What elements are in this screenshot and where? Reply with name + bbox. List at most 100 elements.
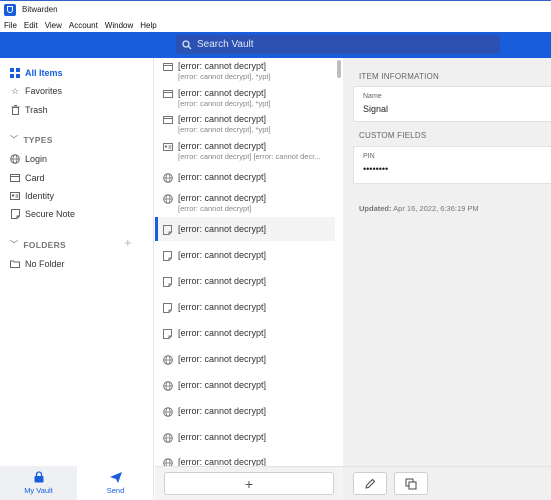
pin-field[interactable]: PIN •••••••• xyxy=(353,146,551,184)
clone-icon xyxy=(405,478,417,489)
sidebar-item-label: Card xyxy=(25,173,45,183)
custom-fields-header: CUSTOM FIELDS xyxy=(359,131,427,140)
sidebar-item-login[interactable]: Login xyxy=(10,154,47,164)
sidebar-item-identity[interactable]: Identity xyxy=(10,191,54,201)
identity-icon xyxy=(10,191,20,201)
nav-send[interactable]: Send xyxy=(77,466,154,500)
card-icon xyxy=(162,62,173,72)
search-placeholder: Search Vault xyxy=(197,39,254,50)
list-item[interactable]: [error: cannot decrypt] [error: cannot de… xyxy=(155,192,335,214)
name-field[interactable]: Name Signal xyxy=(353,86,551,122)
menu-account[interactable]: Account xyxy=(69,21,98,30)
clone-button[interactable] xyxy=(394,472,428,495)
add-folder-icon[interactable]: + xyxy=(124,235,132,250)
item-subtitle: [error: cannot decrypt] [error: cannot d… xyxy=(178,152,321,161)
item-title: [error: cannot decrypt] xyxy=(178,141,267,151)
globe-icon xyxy=(162,458,173,466)
sidebar-item-favorites[interactable]: ☆ Favorites xyxy=(10,85,63,97)
item-title: [error: cannot decrypt] xyxy=(178,406,267,416)
list-item[interactable]: [error: cannot decrypt] xyxy=(155,456,335,466)
item-title: [error: cannot decrypt] xyxy=(178,328,267,338)
sidebar-item-label: All Items xyxy=(25,68,63,78)
globe-icon xyxy=(162,355,173,365)
item-title: [error: cannot decrypt] xyxy=(178,114,267,124)
sidebar-item-label: Secure Note xyxy=(25,209,76,219)
item-title: [error: cannot decrypt] xyxy=(178,302,267,312)
card-icon xyxy=(162,115,173,125)
vault-item-list: [error: cannot decrypt] [error: cannot de… xyxy=(155,58,343,466)
star-icon: ☆ xyxy=(10,85,20,96)
sidebar-item-trash[interactable]: Trash xyxy=(10,105,48,115)
list-item[interactable]: [error: cannot decrypt] [error: cannot de… xyxy=(155,60,335,82)
list-item[interactable]: [error: cannot decrypt] xyxy=(155,431,335,443)
note-icon xyxy=(10,209,20,219)
item-information-header: ITEM INFORMATION xyxy=(359,72,439,81)
list-scrollbar[interactable] xyxy=(337,60,341,78)
item-title: [error: cannot decrypt] xyxy=(178,193,267,203)
item-title: [error: cannot decrypt] xyxy=(178,432,267,442)
list-item[interactable]: [error: cannot decrypt] [error: cannot de… xyxy=(155,113,335,135)
list-item[interactable]: [error: cannot decrypt] xyxy=(155,301,335,313)
list-item-selected[interactable]: [error: cannot decrypt] xyxy=(155,217,335,241)
nav-label: Send xyxy=(106,485,125,495)
search-input[interactable]: Search Vault xyxy=(176,35,500,54)
list-item[interactable]: [error: cannot decrypt] xyxy=(155,171,335,183)
note-icon xyxy=(162,329,173,339)
globe-icon xyxy=(10,154,20,164)
list-item[interactable]: [error: cannot decrypt] [error: cannot de… xyxy=(155,87,335,109)
list-item[interactable]: [error: cannot decrypt] xyxy=(155,275,335,287)
item-title: [error: cannot decrypt] xyxy=(178,380,267,390)
edit-button[interactable] xyxy=(353,472,387,495)
globe-icon xyxy=(162,173,173,183)
item-detail-panel: ITEM INFORMATION Name Signal CUSTOM FIEL… xyxy=(343,58,551,466)
sidebar-item-label: No Folder xyxy=(25,259,65,269)
updated-info: Updated: Apr 16, 2022, 6:36:19 PM xyxy=(359,204,479,213)
sidebar-item-label: Login xyxy=(25,154,48,164)
folder-icon xyxy=(10,259,20,269)
globe-icon xyxy=(162,407,173,417)
list-item[interactable]: [error: cannot decrypt] xyxy=(155,327,335,339)
window-title: Bitwarden xyxy=(22,5,58,14)
menu-edit[interactable]: Edit xyxy=(24,21,38,30)
menu-help[interactable]: Help xyxy=(140,21,156,30)
list-item[interactable]: [error: cannot decrypt] xyxy=(155,405,335,417)
bottom-nav: My Vault Send xyxy=(0,466,154,500)
sidebar-item-card[interactable]: Card xyxy=(10,173,45,183)
item-title: [error: cannot decrypt] xyxy=(178,61,267,71)
item-title: [error: cannot decrypt] xyxy=(178,457,267,466)
menu-window[interactable]: Window xyxy=(105,21,133,30)
list-item[interactable]: [error: cannot decrypt] xyxy=(155,353,335,365)
list-item[interactable]: [error: cannot decrypt] xyxy=(155,249,335,261)
item-subtitle: [error: cannot decrypt], *ypt] xyxy=(178,99,271,108)
updated-value: Apr 16, 2022, 6:36:19 PM xyxy=(393,204,479,213)
identity-icon xyxy=(162,142,173,152)
sidebar-item-no-folder[interactable]: No Folder xyxy=(10,259,65,269)
list-item[interactable]: [error: cannot decrypt] xyxy=(155,379,335,391)
item-title: [error: cannot decrypt] xyxy=(178,354,267,364)
nav-my-vault[interactable]: My Vault xyxy=(0,466,77,500)
item-subtitle: [error: cannot decrypt] xyxy=(178,204,252,213)
add-item-button[interactable]: + xyxy=(164,472,334,495)
sidebar-item-label: Identity xyxy=(25,191,55,201)
globe-icon xyxy=(162,381,173,391)
detail-footer xyxy=(343,466,551,500)
list-footer: + xyxy=(155,466,343,500)
folders-section-header[interactable]: ﹀ FOLDERS xyxy=(10,239,66,250)
globe-icon xyxy=(162,194,173,204)
menu-file[interactable]: File xyxy=(4,21,17,30)
globe-icon xyxy=(162,433,173,443)
sidebar: All Items ☆ Favorites Trash ﹀ TYPES Logi… xyxy=(0,58,154,500)
name-label: Name xyxy=(363,93,382,100)
card-icon xyxy=(162,89,173,99)
sidebar-item-secure-note[interactable]: Secure Note xyxy=(10,209,75,219)
list-item[interactable]: [error: cannot decrypt] [error: cannot de… xyxy=(155,140,335,162)
menu-view[interactable]: View xyxy=(45,21,62,30)
sidebar-item-all-items[interactable]: All Items xyxy=(10,68,63,78)
types-section-header[interactable]: ﹀ TYPES xyxy=(10,134,53,145)
nav-label: My Vault xyxy=(24,486,53,495)
sidebar-item-label: Favorites xyxy=(25,86,63,96)
bitwarden-logo-icon xyxy=(4,3,16,16)
item-title: [error: cannot decrypt] xyxy=(178,276,267,286)
chevron-down-icon: ﹀ xyxy=(10,135,19,144)
card-icon xyxy=(10,173,20,183)
